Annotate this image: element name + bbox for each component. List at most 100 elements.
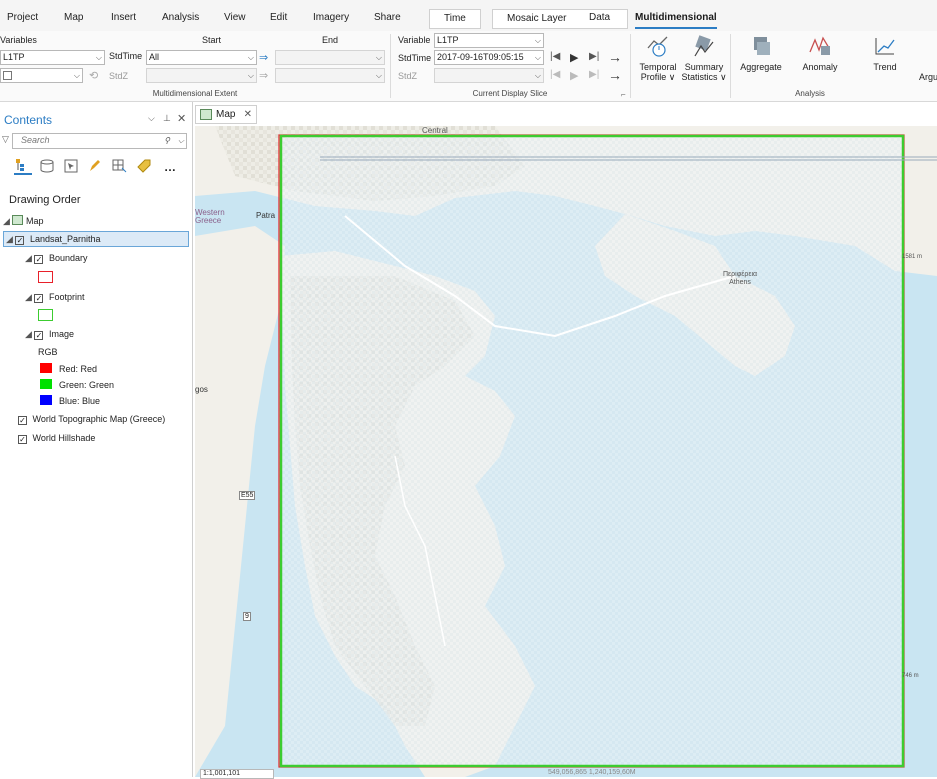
- tab-edit[interactable]: Edit: [270, 12, 287, 23]
- tab-view[interactable]: View: [224, 12, 246, 23]
- map-label-central: Central: [422, 126, 448, 135]
- trend-button[interactable]: Trend: [867, 34, 903, 72]
- temporal-profile-label-2: Profile ∨: [640, 72, 676, 82]
- database-icon[interactable]: [39, 158, 55, 174]
- play-icon[interactable]: ▶: [570, 69, 578, 82]
- map-label-western-greece: Western Greece: [195, 208, 225, 225]
- temporal-profile-icon: [647, 36, 668, 57]
- map-label-patra: Patra: [256, 211, 276, 220]
- collapse-icon: ◢: [25, 253, 32, 263]
- contents-search-input[interactable]: Search ⚲ ⌵: [12, 133, 187, 149]
- end-z-combo[interactable]: ⌵: [275, 68, 385, 83]
- close-icon[interactable]: ✕: [177, 112, 186, 125]
- tab-data[interactable]: Data: [589, 12, 610, 23]
- arrow-right-icon[interactable]: →: [608, 67, 622, 83]
- snapping-icon[interactable]: [111, 158, 127, 174]
- map-view-tab[interactable]: Map ✕: [195, 105, 257, 124]
- step-forward-icon[interactable]: ▶|: [589, 51, 599, 62]
- end-combo[interactable]: ⌵: [275, 50, 385, 65]
- variable-combo[interactable]: L1TP ⌵: [434, 33, 544, 48]
- divider: [630, 34, 631, 98]
- arrow-right-icon[interactable]: →: [608, 49, 622, 65]
- stdz-label: StdZ: [109, 71, 129, 81]
- slice-stdz-label: StdZ: [398, 71, 418, 81]
- topo-layer-node[interactable]: ✓ World Topographic Map (Greece): [18, 414, 165, 425]
- arrow-right-icon[interactable]: ⇒: [259, 69, 268, 82]
- collapse-icon: ◢: [6, 234, 13, 244]
- dimension-combo[interactable]: ⌵: [0, 68, 83, 83]
- collapse-icon: ◢: [25, 329, 32, 339]
- selection-icon[interactable]: [63, 158, 79, 174]
- summary-statistics-button[interactable]: Summary Statistics ∨: [680, 34, 728, 82]
- slice-stdtime-label: StdTime: [398, 53, 432, 63]
- temporal-profile-button[interactable]: Temporal Profile ∨: [636, 34, 680, 82]
- tab-insert[interactable]: Insert: [111, 12, 136, 23]
- quick-access-toolbar: [0, 0, 937, 7]
- aggregate-label: Aggregate: [740, 62, 782, 72]
- step-back-icon[interactable]: |◀: [550, 51, 560, 62]
- pencil-icon[interactable]: [87, 158, 103, 174]
- chevron-down-icon: ⌵: [534, 71, 541, 80]
- scale-combo[interactable]: 1:1,001,101: [200, 769, 274, 779]
- anomaly-button[interactable]: Anomaly: [800, 34, 840, 72]
- blue-band-label: Blue: Blue: [59, 396, 101, 406]
- drawing-order-icon[interactable]: [14, 157, 32, 175]
- variable-value: L1TP: [437, 35, 459, 45]
- layer-landsat-parnitha[interactable]: ◢ ✓ Landsat_Parnitha: [3, 231, 189, 247]
- variables-value: L1TP: [3, 52, 25, 62]
- step-back-icon[interactable]: |◀: [550, 69, 560, 80]
- map-label-gos: gos: [195, 385, 208, 394]
- boundary-node[interactable]: ◢ ✓ Boundary: [25, 253, 87, 264]
- end-label: End: [322, 35, 339, 45]
- rgb-label: RGB: [38, 347, 58, 357]
- group-label-extent: Multidimensional Extent: [152, 89, 238, 98]
- checkbox-icon[interactable]: ✓: [18, 416, 27, 425]
- checkbox-icon[interactable]: ✓: [34, 255, 44, 264]
- start-z-combo[interactable]: ⌵: [146, 68, 257, 83]
- pin-icon[interactable]: ⊥: [163, 113, 171, 124]
- map-canvas[interactable]: Central Western Greece Patra Περιφέρεια At…: [195, 126, 937, 777]
- image-node[interactable]: ◢ ✓ Image: [25, 329, 74, 340]
- trend-label: Trend: [873, 62, 897, 72]
- footprint-node[interactable]: ◢ ✓ Footprint: [25, 292, 84, 303]
- tab-analysis[interactable]: Analysis: [162, 12, 199, 23]
- aggregate-icon: [754, 37, 770, 55]
- chevron-down-icon[interactable]: ⌵: [148, 113, 155, 124]
- aggregate-button[interactable]: Aggregate: [737, 34, 785, 72]
- more-icon[interactable]: …: [164, 160, 176, 174]
- divider: [390, 34, 391, 98]
- checkbox-icon[interactable]: ✓: [34, 331, 44, 340]
- search-icon: ⚲: [164, 136, 170, 145]
- collapse-icon: ◢: [3, 216, 10, 226]
- variables-combo[interactable]: L1TP ⌵: [0, 50, 105, 65]
- arrow-right-icon[interactable]: ⇒: [259, 51, 268, 64]
- tab-imagery[interactable]: Imagery: [313, 12, 349, 23]
- start-combo[interactable]: All ⌵: [146, 50, 257, 65]
- image-extent: [279, 135, 904, 767]
- tab-multidimensional[interactable]: Multidimensional: [635, 12, 717, 29]
- play-icon[interactable]: ▶: [570, 51, 578, 64]
- checkbox-icon[interactable]: ✓: [34, 294, 44, 303]
- tab-map[interactable]: Map: [64, 12, 83, 23]
- scale-value: 1:1,001,101: [203, 770, 240, 777]
- map-label-elevation: 1581 m: [902, 254, 923, 260]
- tab-project[interactable]: Project: [7, 12, 38, 23]
- labeling-icon[interactable]: [136, 158, 152, 174]
- tab-time[interactable]: Time: [429, 9, 481, 29]
- slice-stdz-combo[interactable]: ⌵: [434, 68, 544, 83]
- dialog-launcher-icon[interactable]: ⌐: [621, 90, 626, 99]
- step-forward-icon[interactable]: ▶|: [589, 69, 599, 80]
- map-node[interactable]: ◢ Map: [3, 215, 43, 227]
- filter-icon[interactable]: ▽: [2, 134, 9, 145]
- slice-stdtime-combo[interactable]: 2017-09-16T09:05:15 ⌵: [434, 50, 544, 65]
- map-status-bar: 1:1,001,101 549,056,865 1,240,159,60M: [198, 769, 937, 779]
- chevron-down-icon: ⌵: [95, 53, 102, 62]
- tab-share[interactable]: Share: [374, 12, 401, 23]
- hillshade-layer-node[interactable]: ✓ World Hillshade: [18, 433, 95, 444]
- summary-statistics-label-1: Summary: [684, 62, 724, 72]
- undo-icon[interactable]: ⟲: [89, 69, 98, 82]
- checkbox-icon[interactable]: ✓: [18, 435, 27, 444]
- close-icon[interactable]: ✕: [244, 106, 252, 123]
- checkbox-icon[interactable]: ✓: [15, 236, 25, 245]
- chevron-down-icon: ⌵: [375, 53, 382, 62]
